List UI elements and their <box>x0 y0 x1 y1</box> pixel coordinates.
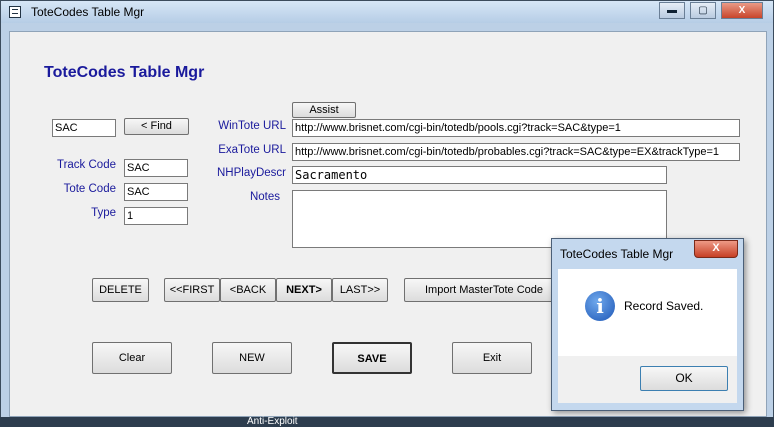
assist-button[interactable]: Assist <box>292 102 356 118</box>
ok-button[interactable]: OK <box>640 366 728 391</box>
dialog-footer: OK <box>558 356 737 403</box>
dialog-body: i Record Saved. <box>558 269 737 356</box>
exatote-url-label: ExaTote URL <box>218 144 286 156</box>
notes-label: Notes <box>249 191 280 203</box>
dialog-message: Record Saved. <box>624 299 704 313</box>
type-field[interactable]: 1 <box>124 207 188 225</box>
delete-button[interactable]: DELETE <box>92 278 149 302</box>
last-button[interactable]: LAST>> <box>332 278 388 302</box>
import-mastertote-button[interactable]: Import MasterTote Code <box>404 278 564 302</box>
clear-button[interactable]: Clear <box>92 342 172 374</box>
first-button[interactable]: <<FIRST <box>164 278 220 302</box>
track-code-field[interactable]: SAC <box>124 159 188 177</box>
find-input[interactable]: SAC <box>52 119 116 137</box>
find-button[interactable]: < Find <box>124 118 189 135</box>
minimize-button[interactable]: ▬ <box>659 2 685 19</box>
app-icon[interactable] <box>9 6 21 18</box>
exatote-url-field[interactable]: http://www.brisnet.com/cgi-bin/totedb/pr… <box>292 143 740 161</box>
exit-button[interactable]: Exit <box>452 342 532 374</box>
close-icon: X <box>712 242 720 254</box>
message-dialog: ToteCodes Table Mgr X i Record Saved. OK <box>551 238 744 411</box>
nhplay-label: NHPlayDescr <box>216 167 286 179</box>
back-button[interactable]: <BACK <box>220 278 276 302</box>
title-bar[interactable]: ToteCodes Table Mgr ▬ ▢ X <box>1 1 773 23</box>
dialog-close-button[interactable]: X <box>694 240 738 258</box>
info-icon: i <box>585 291 615 321</box>
taskbar: Anti-Exploit <box>0 417 774 427</box>
nhplay-field[interactable]: Sacramento <box>292 166 667 184</box>
new-button[interactable]: NEW <box>212 342 292 374</box>
tote-code-field[interactable]: SAC <box>124 183 188 201</box>
next-button[interactable]: NEXT> <box>276 278 332 302</box>
close-window-button[interactable]: X <box>721 2 763 19</box>
taskbar-item[interactable]: Anti-Exploit <box>247 417 337 427</box>
window-title: ToteCodes Table Mgr <box>31 5 145 19</box>
tote-code-label: Tote Code <box>63 183 116 195</box>
wintote-url-label: WinTote URL <box>218 120 286 132</box>
form-heading: ToteCodes Table Mgr <box>44 64 205 81</box>
wintote-url-field[interactable]: http://www.brisnet.com/cgi-bin/totedb/po… <box>292 119 740 137</box>
maximize-button[interactable]: ▢ <box>690 2 716 19</box>
type-label: Type <box>91 207 116 219</box>
save-button[interactable]: SAVE <box>332 342 412 374</box>
dialog-title: ToteCodes Table Mgr <box>560 247 674 261</box>
track-code-label: Track Code <box>56 159 116 171</box>
